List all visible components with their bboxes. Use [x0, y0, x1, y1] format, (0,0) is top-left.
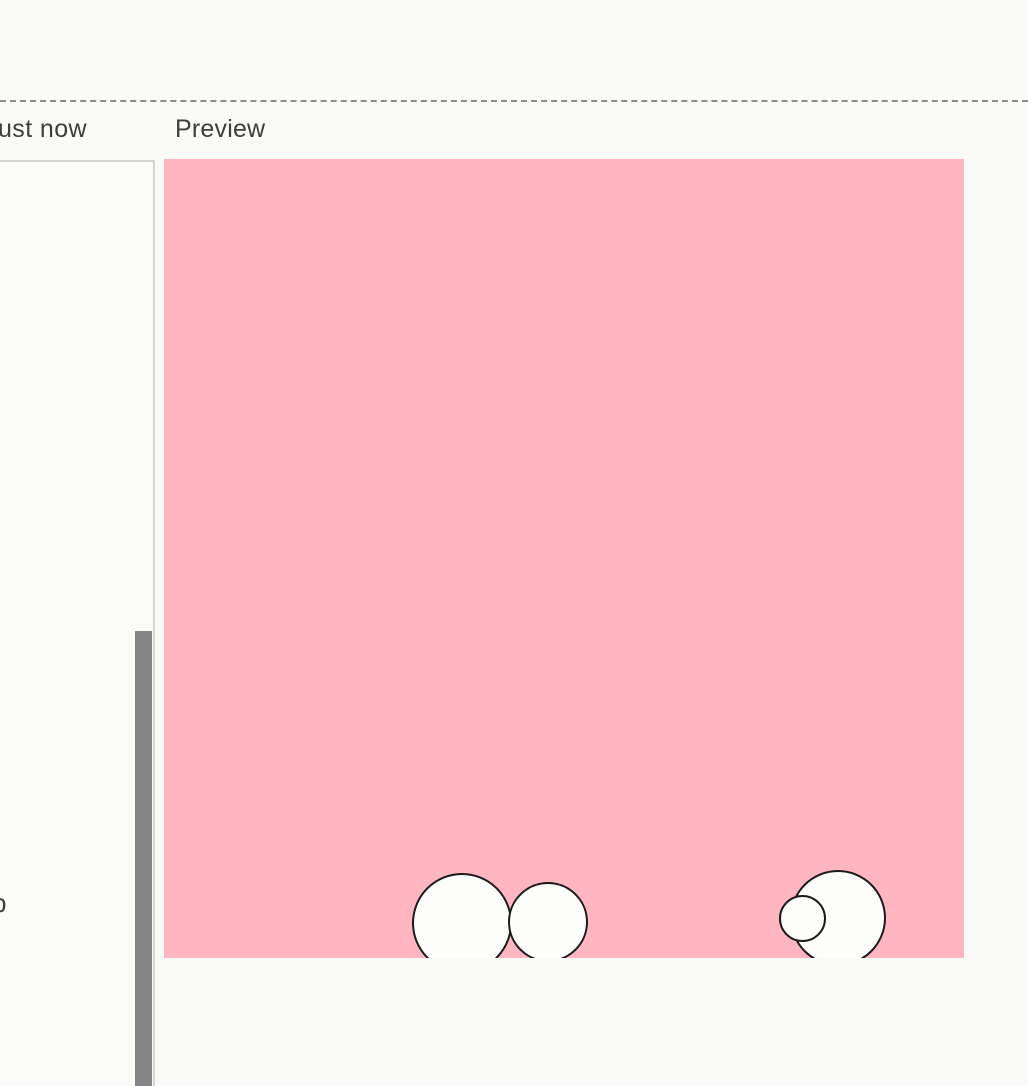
bubble[interactable]	[508, 882, 588, 958]
chat-message-text-fragment: p	[0, 886, 6, 920]
preview-game-canvas[interactable]	[164, 159, 964, 958]
chat-scrollbar[interactable]	[135, 631, 152, 1086]
bubble[interactable]	[412, 873, 512, 958]
chat-timestamp: ust now	[0, 113, 87, 145]
header-row: ust now Preview	[0, 113, 1028, 147]
top-strip	[0, 0, 1028, 100]
bubble[interactable]	[779, 895, 826, 942]
preview-pane-title: Preview	[175, 113, 265, 145]
app-window: ust now Preview p	[0, 0, 1028, 1086]
chat-panel	[0, 160, 155, 1086]
dashed-separator	[0, 100, 1028, 102]
